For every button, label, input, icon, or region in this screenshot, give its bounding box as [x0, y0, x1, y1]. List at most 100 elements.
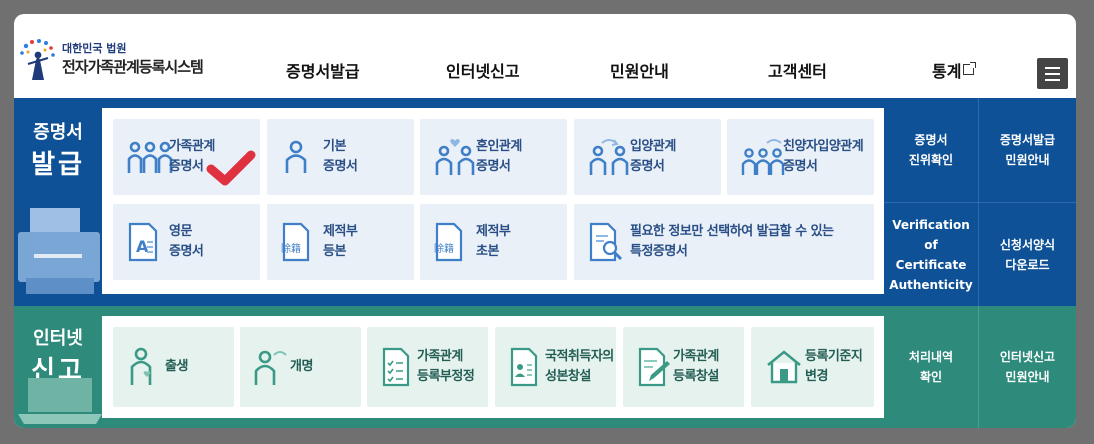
card-label-line2: 등록부정정	[417, 369, 475, 384]
nav-customer-center[interactable]: 고객센터	[768, 58, 827, 82]
birth-icon	[130, 347, 152, 385]
side-link-text: 증명서발급민원안내	[1000, 130, 1055, 170]
card-label-line1: 필요한 정보만 선택하여 발급할 수 있는	[630, 224, 834, 239]
card-label-line2: 등록창설	[673, 369, 719, 384]
hamburger-line	[1045, 67, 1060, 69]
court-emblem-icon	[20, 39, 55, 80]
nav-civil-guide[interactable]: 민원안내	[610, 58, 669, 82]
link-form-download[interactable]: 신청서양식다운로드	[979, 203, 1076, 306]
card-label-line1: 영문	[169, 224, 192, 239]
link-verification-english[interactable]: Verification of Certificate Authenticity	[884, 203, 979, 306]
card-specific-certificate[interactable]: 필요한 정보만 선택하여 발급할 수 있는 특정증명서	[574, 204, 874, 280]
card-label: 등록기준지 변경	[805, 347, 863, 387]
report-section: 인터넷 신고 출생 개명 가족관계 등록부정정 국적취득자의 성본창설 가족관계…	[14, 306, 1076, 428]
hamburger-line	[1045, 79, 1060, 81]
side-link-text: 처리내역확인	[909, 347, 953, 387]
side-link-line2: 민원안내	[1005, 153, 1050, 167]
side-link-line2: 민원안내	[1005, 370, 1050, 384]
card-label-line2: 증명서	[630, 159, 665, 174]
site-logo[interactable]: 대한민국 법원 전자가족관계등록시스템	[18, 38, 218, 88]
card-label-line1: 제적부	[323, 224, 358, 239]
page-frame: 대한민국 법원 전자가족관계등록시스템 증명서발급 인터넷신고 민원안내 고객센…	[14, 14, 1076, 428]
register-glyph: 除籍	[434, 242, 454, 255]
menu-button[interactable]	[1037, 58, 1068, 89]
couple-heart-icon	[435, 139, 475, 175]
card-label-line1: 입양관계	[630, 139, 676, 154]
card-label-line2: 특정증명서	[630, 244, 688, 259]
person-icon	[285, 140, 307, 173]
search-doc-icon	[589, 222, 623, 262]
card-label-line1: 기본	[323, 139, 346, 154]
nav-internet-report[interactable]: 인터넷신고	[446, 58, 520, 82]
link-report-guide[interactable]: 인터넷신고민원안내	[979, 306, 1076, 428]
card-label: 가족관계 등록창설	[673, 347, 719, 387]
card-marriage-certificate[interactable]: 혼인관계 증명서	[420, 119, 567, 195]
card-name-change-report[interactable]: 개명	[240, 327, 361, 407]
side-link-line3: Authenticity	[889, 277, 973, 292]
checklist-doc-icon	[382, 347, 410, 387]
card-label-line2: 증명서	[783, 159, 818, 174]
report-panel: 출생 개명 가족관계 등록부정정 국적취득자의 성본창설 가족관계 등록창설 등…	[102, 316, 884, 418]
card-label-line1: 친양자입양관계	[783, 139, 864, 154]
card-register-creation[interactable]: 가족관계 등록창설	[623, 327, 744, 407]
card-register-correction[interactable]: 가족관계 등록부정정	[367, 327, 488, 407]
nav-certificate-issue[interactable]: 증명서발급	[286, 58, 360, 82]
laptop-illustration-icon	[18, 378, 102, 424]
nav-statistics[interactable]: 통계	[932, 58, 977, 82]
card-naturalized-surname-creation[interactable]: 국적취득자의 성본창설	[495, 327, 616, 407]
section-title-small: 증명서	[33, 122, 83, 143]
certificate-section-title: 증명서 발급	[14, 118, 102, 181]
card-label-line2: 성본창설	[545, 369, 591, 384]
card-label-line1: 가족관계	[673, 349, 719, 364]
card-label-line2: 초본	[476, 244, 499, 259]
link-certificate-guide[interactable]: 증명서발급민원안내	[979, 98, 1076, 203]
side-link-line1: 신청서양식	[999, 237, 1056, 252]
card-label: 혼인관계 증명서	[476, 137, 522, 177]
card-basic-certificate[interactable]: 기본 증명서	[267, 119, 414, 195]
side-link-line1: Verification of	[892, 217, 970, 252]
side-link-text: 인터넷신고민원안내	[1000, 347, 1055, 387]
card-birth-report[interactable]: 출생	[113, 327, 234, 407]
card-label-line1: 제적부	[476, 224, 511, 239]
card-label-line2: 증명서	[476, 159, 511, 174]
side-link-line2: 다운로드	[1005, 257, 1050, 272]
card-registration-base-change[interactable]: 등록기준지 변경	[751, 327, 874, 407]
card-label-line1: 가족관계	[417, 349, 463, 364]
card-label-line2: 증명서	[323, 159, 358, 174]
card-label: 제적부 등본	[323, 222, 358, 262]
card-full-adoption-certificate[interactable]: 친양자입양관계 증명서	[727, 119, 874, 195]
side-link-text: 신청서양식다운로드	[1000, 235, 1055, 275]
card-label-line1: 국적취득자의	[545, 349, 614, 364]
section-title-small: 인터넷	[33, 328, 83, 349]
side-link-line1: 처리내역	[908, 350, 954, 364]
side-link-text: 증명서진위확인	[909, 130, 953, 170]
external-link-icon	[963, 62, 977, 75]
card-english-certificate[interactable]: A 영문 증명서	[113, 204, 260, 280]
card-label: 제적부 초본	[476, 222, 511, 262]
card-label-line1: 개명	[290, 359, 313, 374]
printer-illustration-icon	[18, 208, 100, 294]
certificate-section: 증명서 발급 가족관계 증명서 기본 증명서 혼인관계 증명서 입양관계 증명서…	[14, 98, 1076, 306]
card-removed-register-abstract[interactable]: 除籍 제적부 초본	[420, 204, 567, 280]
certificate-panel: 가족관계 증명서 기본 증명서 혼인관계 증명서 입양관계 증명서 친양자입양관…	[102, 108, 884, 294]
side-link-line2: Certificate	[895, 257, 967, 272]
side-link-line2: 확인	[919, 370, 943, 384]
register-doc-icon: 除籍	[281, 222, 310, 262]
link-processing-history[interactable]: 처리내역확인	[884, 306, 979, 428]
side-link-line1: 인터넷신고	[999, 350, 1056, 364]
card-adoption-certificate[interactable]: 입양관계 증명서	[574, 119, 721, 195]
side-link-line1: 증명서	[914, 133, 948, 147]
rename-icon	[254, 350, 287, 385]
card-family-relation-certificate[interactable]: 가족관계 증명서	[113, 119, 260, 195]
english-doc-icon: A	[128, 222, 158, 262]
card-label: 친양자입양관계 증명서	[783, 137, 864, 177]
card-label: 기본 증명서	[323, 137, 358, 177]
side-link-line2: 진위확인	[908, 153, 954, 167]
link-certificate-verification[interactable]: 증명서진위확인	[884, 98, 979, 203]
card-label-line2: 등본	[323, 244, 346, 259]
side-link-line1: 증명서발급	[999, 133, 1056, 147]
card-label-line1: 출생	[165, 359, 188, 374]
card-removed-register-copy[interactable]: 除籍 제적부 등본	[267, 204, 414, 280]
register-doc-icon: 除籍	[434, 222, 463, 262]
logo-title: 전자가족관계등록시스템	[62, 58, 204, 76]
